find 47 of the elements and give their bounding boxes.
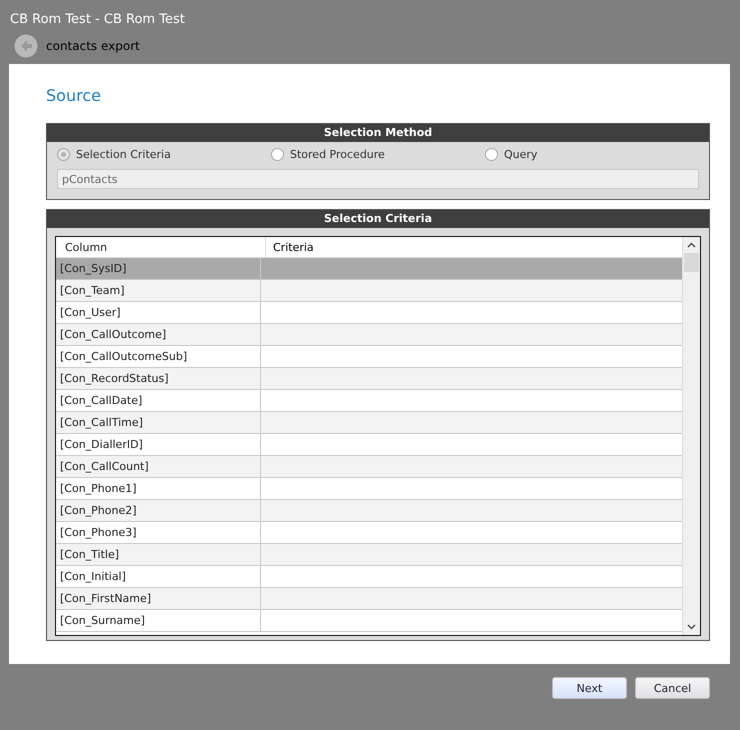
table-cell: [Con_CallTime] (56, 412, 261, 433)
table-cell: [Con_CallOutcome] (56, 324, 261, 345)
table-cell: [Con_DiallerID] (56, 434, 261, 455)
grid-row[interactable]: [Con_CallTime] (56, 412, 682, 434)
scroll-thumb[interactable] (684, 253, 699, 272)
table-cell: [Con_CallOutcomeSub] (56, 346, 261, 367)
table-cell: [Con_FirstName] (56, 588, 261, 609)
grid-row[interactable]: [Con_Phone2] (56, 500, 682, 522)
radio-button[interactable] (485, 148, 498, 161)
grid-row[interactable]: [Con_Title] (56, 544, 682, 566)
table-cell: [Con_CallCount] (56, 456, 261, 477)
table-cell: [Con_Title] (56, 544, 261, 565)
table-cell: [Con_Phone3] (56, 522, 261, 543)
breadcrumb-label: contacts export (46, 39, 140, 53)
grid-row[interactable]: [Con_FirstName] (56, 588, 682, 610)
table-cell: [Con_Team] (56, 280, 261, 301)
next-button[interactable]: Next (552, 677, 627, 699)
table-cell: [Con_Phone1] (56, 478, 261, 499)
grid-row[interactable]: [Con_SysID] (56, 258, 682, 280)
table-cell: [Con_CallDate] (56, 390, 261, 411)
page-heading: Source (46, 86, 101, 105)
cancel-button[interactable]: Cancel (635, 677, 710, 699)
grid-row[interactable]: [Con_RecordStatus] (56, 368, 682, 390)
radio-option[interactable]: Selection Criteria (57, 148, 271, 161)
radio-option[interactable]: Query (485, 148, 699, 161)
grid-row[interactable]: [Con_Team] (56, 280, 682, 302)
table-cell: [Con_Initial] (56, 566, 261, 587)
radio-button[interactable] (57, 148, 70, 161)
scrollbar[interactable] (682, 237, 700, 635)
panel-header: Selection Criteria (47, 210, 709, 228)
scroll-down-icon[interactable] (687, 624, 696, 630)
table-cell: [Con_SysID] (56, 258, 261, 279)
radio-button[interactable] (271, 148, 284, 161)
grid-row[interactable]: [Con_CallOutcome] (56, 324, 682, 346)
panel-header: Selection Method (47, 124, 709, 142)
procedure-field[interactable]: pContacts (57, 169, 699, 189)
table-cell: [Con_RecordStatus] (56, 368, 261, 389)
column-header: Criteria (272, 240, 315, 256)
grid-row[interactable]: [Con_CallCount] (56, 456, 682, 478)
table-cell: [Con_User] (56, 302, 261, 323)
table-cell: [Con_Surname] (56, 610, 261, 631)
window-title: CB Rom Test - CB Rom Test (9, 11, 186, 28)
table-cell: [Con_Phone2] (56, 500, 261, 521)
column-header: Column (56, 237, 266, 257)
grid-row[interactable]: [Con_Surname] (56, 610, 682, 632)
scroll-up-icon[interactable] (687, 242, 696, 248)
radio-option[interactable]: Stored Procedure (271, 148, 485, 161)
